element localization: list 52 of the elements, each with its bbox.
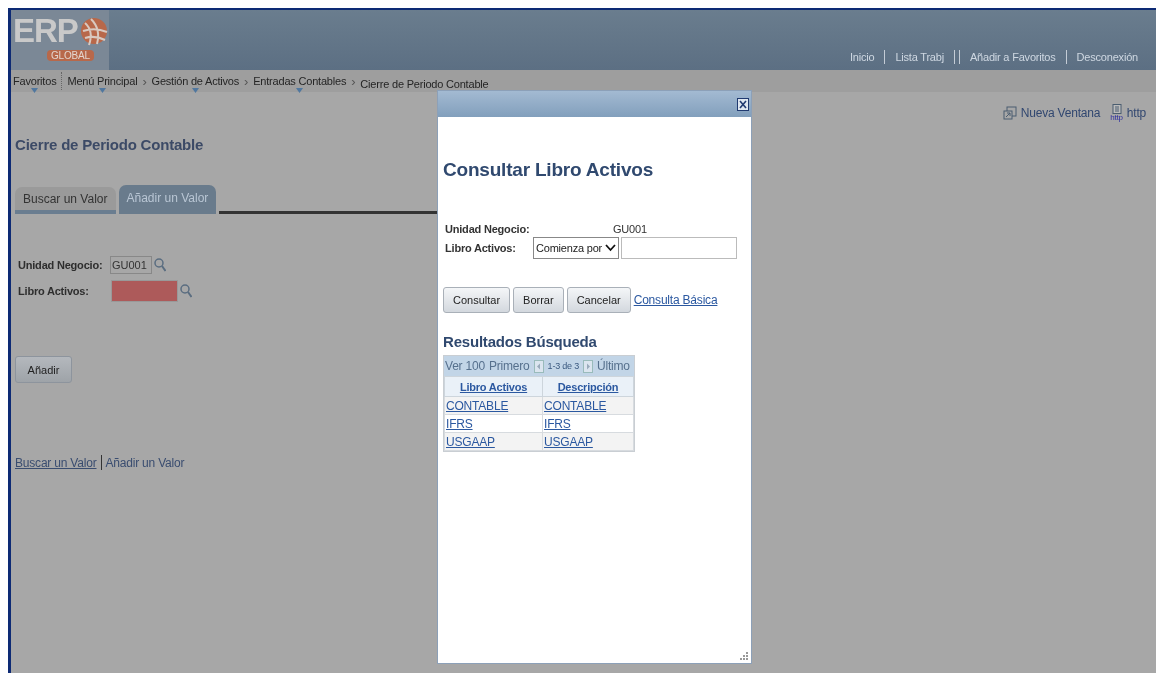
- search-link[interactable]: Buscar un Valor: [15, 455, 97, 470]
- previous-icon[interactable]: [533, 359, 544, 373]
- basic-search-link[interactable]: Consulta Básica: [633, 293, 718, 307]
- breadcrumb-item[interactable]: Entradas Contables: [253, 75, 347, 88]
- input-field[interactable]: [621, 237, 738, 259]
- breadcrumb-item[interactable]: Menú Principal: [67, 75, 138, 88]
- header-link[interactable]: Añadir a Favoritos: [959, 51, 1066, 63]
- input-field[interactable]: [111, 280, 178, 302]
- dialog-button[interactable]: Cancelar: [566, 287, 631, 313]
- next-icon[interactable]: [583, 359, 593, 373]
- chevron-icon: ›: [244, 73, 249, 89]
- field-value: GU001: [613, 223, 647, 235]
- header-link[interactable]: Desconexión: [1066, 51, 1148, 63]
- dialog-button[interactable]: Consultar: [443, 287, 511, 313]
- dropdown-arrow-icon[interactable]: [296, 88, 304, 93]
- tab[interactable]: Buscar un Valor: [15, 187, 116, 214]
- view-all-link[interactable]: Ver 100: [445, 359, 485, 373]
- logo-text: ERP: [13, 12, 78, 50]
- dialog-button[interactable]: Borrar: [513, 287, 564, 313]
- header-link[interactable]: Inicio: [839, 51, 885, 63]
- search-icon[interactable]: [154, 258, 166, 272]
- field-label: Libro Activos:: [18, 285, 90, 297]
- breadcrumb-item[interactable]: Cierre de Periodo Contable: [360, 77, 489, 91]
- header-link[interactable]: Lista Trabj: [885, 51, 954, 63]
- dropdown-arrow-icon[interactable]: [191, 88, 199, 93]
- chevron-icon: ›: [142, 73, 147, 89]
- breadcrumb-item[interactable]: Favoritos: [13, 75, 57, 88]
- close-icon[interactable]: [737, 97, 749, 111]
- logo-subtitle: GLOBAL: [47, 50, 94, 61]
- resize-grip-icon[interactable]: [739, 651, 749, 661]
- last-label: Último: [597, 359, 630, 373]
- operator-dropdown[interactable]: Comienza por: [533, 237, 620, 259]
- results-title: Resultados Búsqueda: [443, 333, 598, 350]
- input-field[interactable]: GU001: [110, 256, 152, 274]
- dropdown-arrow-icon[interactable]: [98, 88, 106, 93]
- field-label: Unidad Negocio:: [18, 259, 104, 271]
- new-window-icon: [1002, 106, 1017, 120]
- http-link[interactable]: http: [1126, 106, 1146, 120]
- row-range: 1-3 de 3: [547, 361, 579, 371]
- search-icon[interactable]: [180, 284, 192, 298]
- add-button[interactable]: Añadir: [15, 356, 72, 383]
- dialog-title: Consultar Libro Activos: [443, 159, 655, 181]
- field-label: Libro Activos:: [445, 242, 517, 254]
- field-label: Unidad Negocio:: [445, 223, 531, 235]
- current-page-label: Añadir un Valor: [105, 455, 185, 470]
- page-title: Cierre de Periodo Contable: [15, 136, 205, 153]
- dropdown-arrow-icon[interactable]: [31, 88, 39, 93]
- breadcrumb-item[interactable]: Gestión de Activos: [151, 75, 240, 88]
- first-label: Primero: [488, 359, 530, 373]
- chevron-icon: ›: [351, 73, 356, 89]
- new-window-link[interactable]: Nueva Ventana: [1020, 106, 1101, 120]
- caret-icon: [605, 244, 617, 252]
